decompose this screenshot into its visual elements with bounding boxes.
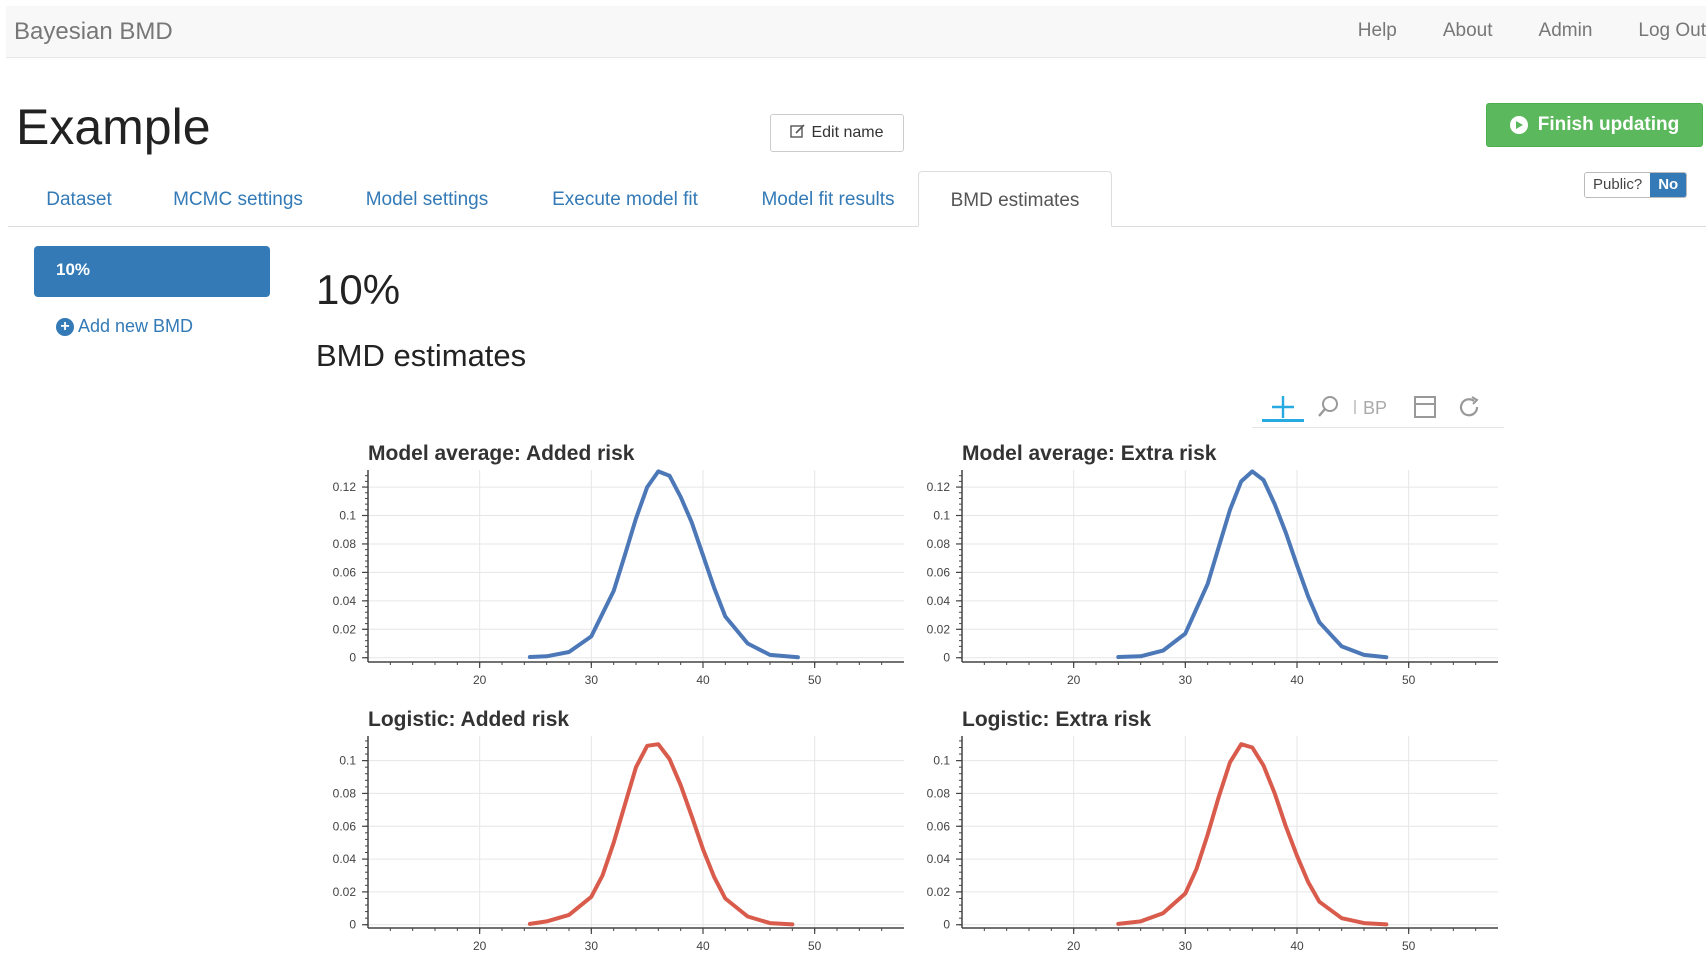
y-tick-label: 0.08: [333, 786, 357, 800]
x-tick-label: 30: [1179, 939, 1193, 953]
y-tick-label: 0.02: [927, 885, 951, 899]
x-tick-label: 40: [696, 673, 710, 687]
density-line: [1116, 742, 1389, 927]
y-tick-label: 0.1: [339, 754, 356, 768]
x-tick-label: 20: [1067, 673, 1081, 687]
y-tick-label: 0.02: [927, 622, 951, 636]
y-tick-label: 0.08: [927, 537, 951, 551]
y-tick-label: 0.04: [333, 594, 357, 608]
y-tick-label: 0: [943, 918, 950, 932]
y-tick-label: 0.1: [933, 509, 950, 523]
x-tick-label: 40: [1290, 939, 1304, 953]
x-tick-label: 20: [473, 939, 487, 953]
x-tick-label: 50: [808, 939, 822, 953]
y-tick-label: 0: [349, 651, 356, 665]
y-tick-label: 0.1: [339, 509, 356, 523]
density-line: [527, 742, 795, 927]
y-tick-label: 0: [943, 651, 950, 665]
x-tick-label: 20: [473, 673, 487, 687]
chart-title: Logistic: Added risk: [368, 708, 569, 731]
chart-title: Model average: Added risk: [368, 442, 635, 465]
y-tick-label: 0.08: [333, 537, 357, 551]
y-tick-label: 0.12: [927, 480, 951, 494]
y-tick-label: 0.06: [333, 565, 357, 579]
x-tick-label: 30: [1179, 673, 1193, 687]
x-tick-label: 40: [1290, 673, 1304, 687]
chart-title: Logistic: Extra risk: [962, 708, 1151, 731]
x-tick-label: 40: [696, 939, 710, 953]
y-tick-label: 0.06: [927, 565, 951, 579]
y-tick-label: 0: [349, 918, 356, 932]
y-tick-label: 0.08: [927, 786, 951, 800]
y-tick-label: 0.1: [933, 754, 950, 768]
y-tick-label: 0.04: [927, 852, 951, 866]
x-tick-label: 50: [808, 673, 822, 687]
y-tick-label: 0.02: [333, 622, 357, 636]
y-tick-label: 0.04: [927, 594, 951, 608]
x-tick-label: 30: [585, 939, 599, 953]
x-tick-label: 50: [1402, 939, 1416, 953]
x-tick-label: 20: [1067, 939, 1081, 953]
y-tick-label: 0.04: [333, 852, 357, 866]
chart-title: Model average: Extra risk: [962, 442, 1217, 465]
x-tick-label: 30: [585, 673, 599, 687]
y-tick-label: 0.06: [333, 819, 357, 833]
bmd-estimate-charts[interactable]: Model average: Added risk 20 30 40 50 0 0.02 0.…: [0, 0, 1706, 954]
x-tick-label: 50: [1402, 673, 1416, 687]
y-tick-label: 0.02: [333, 885, 357, 899]
y-tick-label: 0.06: [927, 819, 951, 833]
y-tick-label: 0.12: [333, 480, 357, 494]
